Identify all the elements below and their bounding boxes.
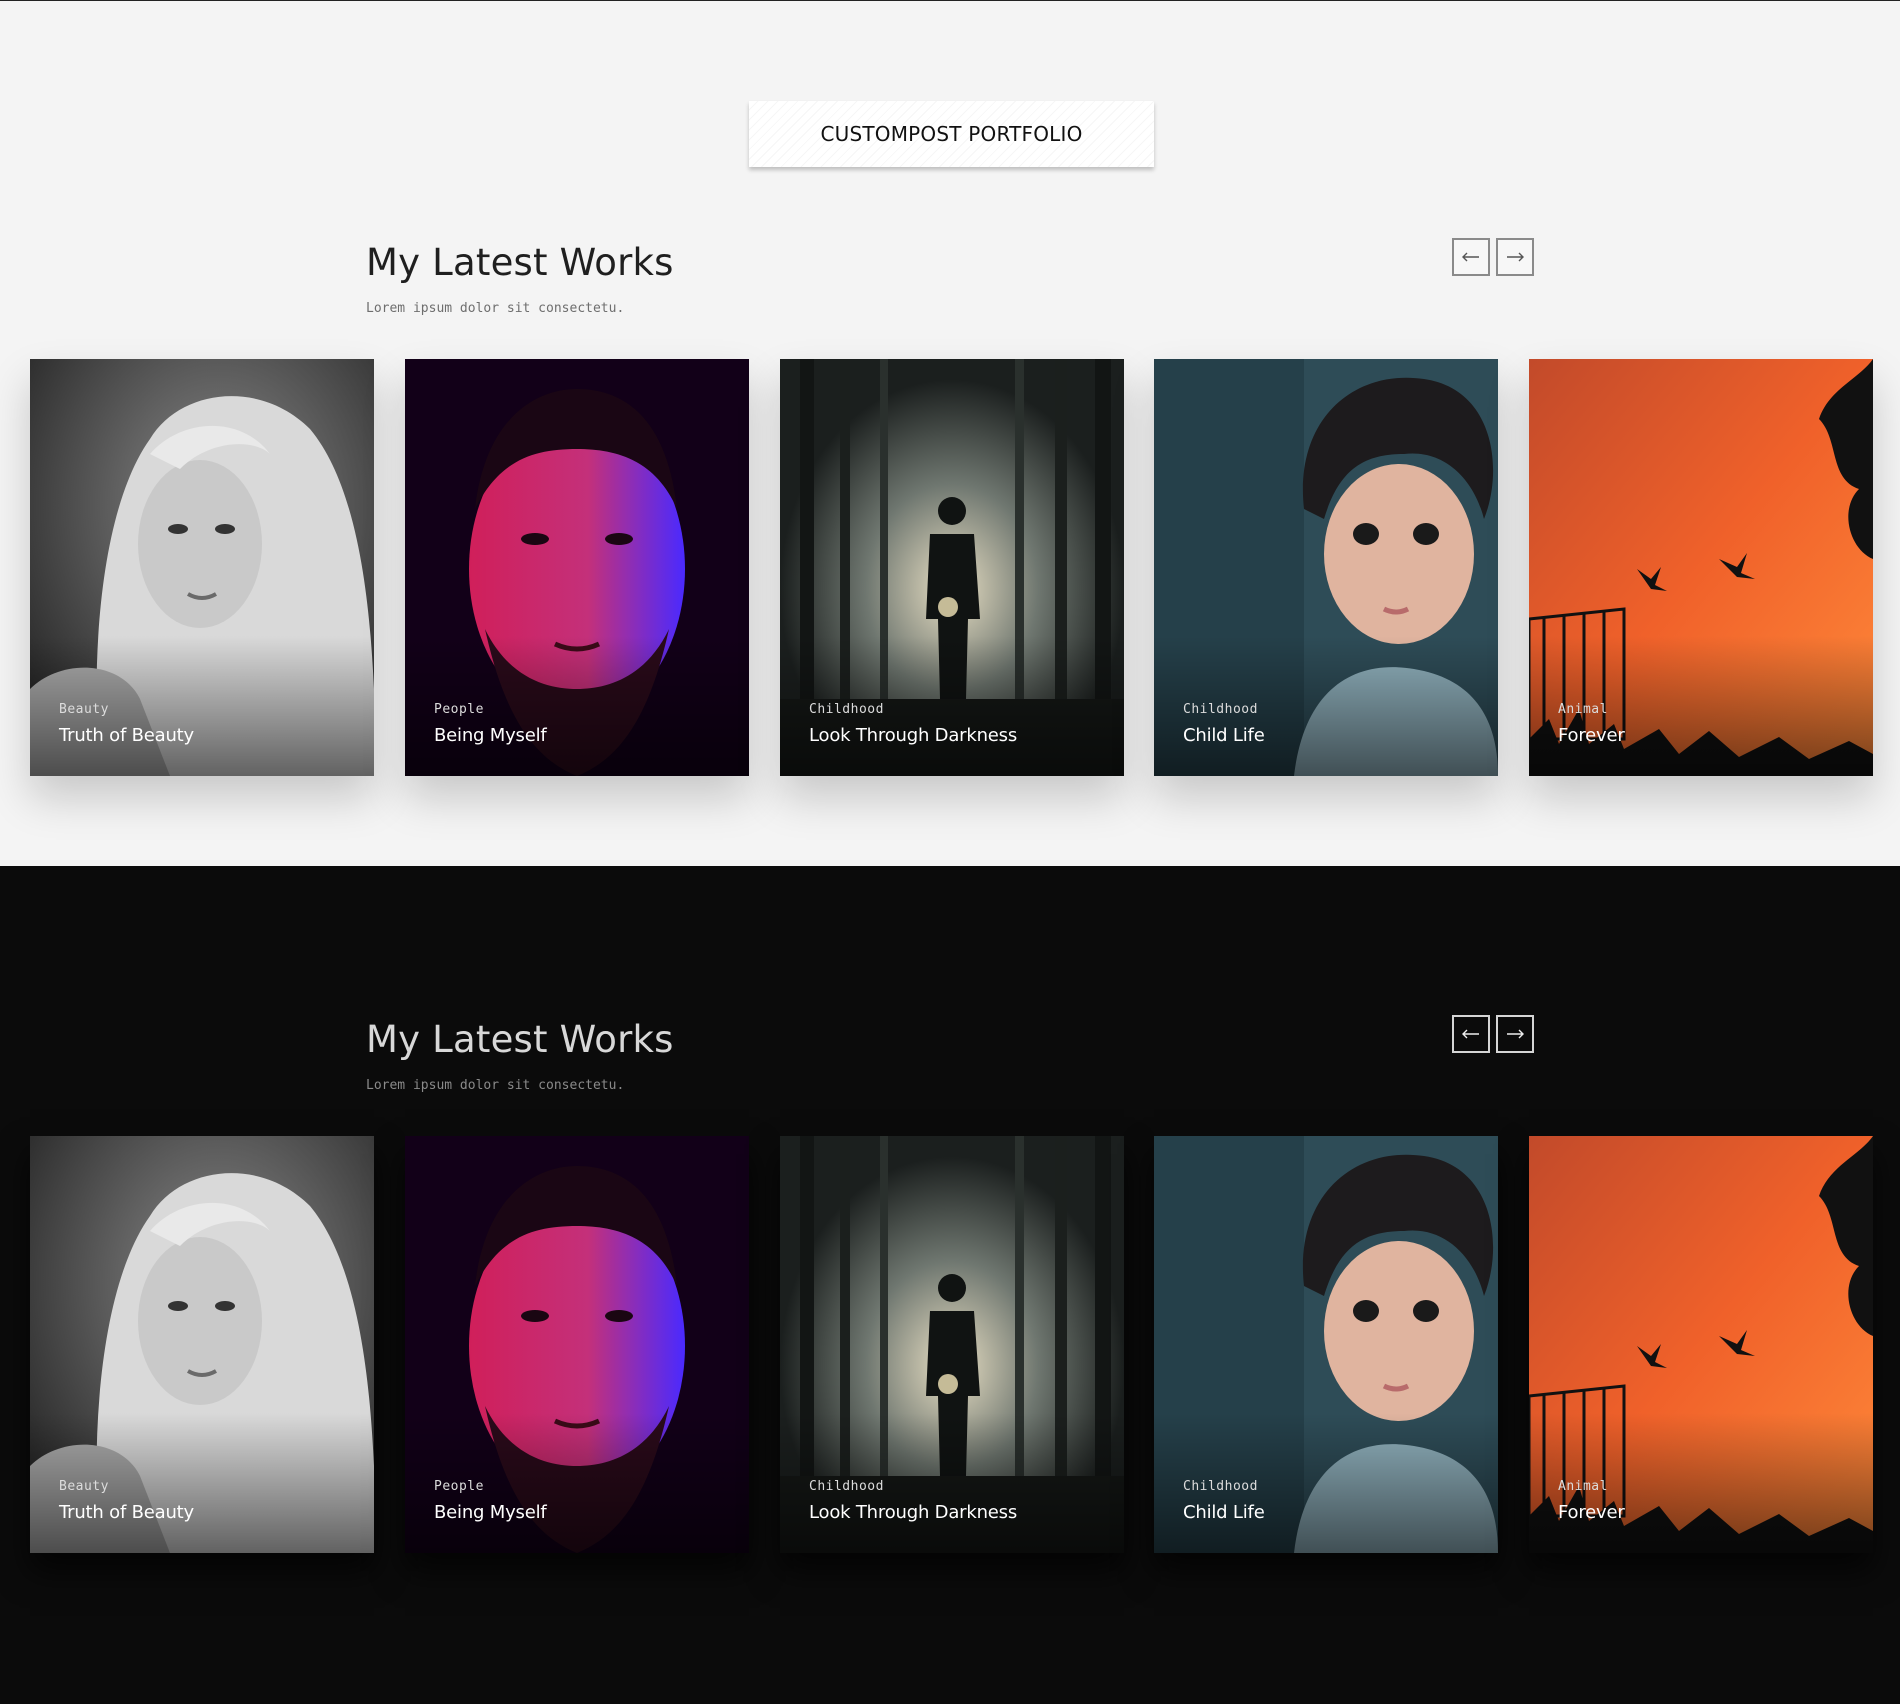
arrow-left-icon: [1462, 252, 1479, 262]
portfolio-card[interactable]: Animal Forever: [1529, 359, 1873, 776]
card-category: Childhood: [1183, 1479, 1258, 1494]
card-title: Forever: [1558, 725, 1625, 746]
portfolio-card[interactable]: Beauty Truth of Beauty: [30, 1136, 374, 1553]
card-category: People: [434, 702, 484, 717]
card-category: Childhood: [809, 702, 884, 717]
card-title: Look Through Darkness: [809, 725, 1018, 746]
card-title: Child Life: [1183, 1502, 1265, 1523]
portfolio-carousel: Beauty Truth of Beauty People Being Myse…: [0, 1136, 1900, 1553]
portfolio-section-light: CUSTOMPOST PORTFOLIO My Latest Works Lor…: [0, 1, 1900, 866]
section-label: CUSTOMPOST PORTFOLIO: [749, 101, 1154, 167]
section-subheading: Lorem ipsum dolor sit consectetu.: [366, 301, 625, 316]
portfolio-carousel: Beauty Truth of Beauty People Being Myse…: [0, 359, 1900, 776]
card-title: Truth of Beauty: [59, 1502, 194, 1523]
card-title: Child Life: [1183, 725, 1265, 746]
portfolio-section-dark: My Latest Works Lorem ipsum dolor sit co…: [0, 866, 1900, 1704]
portfolio-card[interactable]: People Being Myself: [405, 1136, 749, 1553]
arrow-right-icon: [1507, 1029, 1524, 1039]
card-category: Beauty: [59, 702, 109, 717]
next-button[interactable]: [1496, 238, 1534, 276]
portfolio-card[interactable]: Animal Forever: [1529, 1136, 1873, 1553]
card-title: Truth of Beauty: [59, 725, 194, 746]
section-heading: My Latest Works: [366, 241, 674, 284]
carousel-nav: [1452, 238, 1534, 276]
portfolio-card[interactable]: Beauty Truth of Beauty: [30, 359, 374, 776]
section-heading: My Latest Works: [366, 1018, 674, 1061]
section-subheading: Lorem ipsum dolor sit consectetu.: [366, 1078, 625, 1093]
portfolio-card[interactable]: Childhood Child Life: [1154, 359, 1498, 776]
card-category: Animal: [1558, 1479, 1608, 1494]
card-category: Childhood: [1183, 702, 1258, 717]
card-category: Animal: [1558, 702, 1608, 717]
portfolio-card[interactable]: Childhood Look Through Darkness: [780, 359, 1124, 776]
portfolio-card[interactable]: Childhood Child Life: [1154, 1136, 1498, 1553]
card-category: Beauty: [59, 1479, 109, 1494]
card-title: Forever: [1558, 1502, 1625, 1523]
carousel-nav: [1452, 1015, 1534, 1053]
card-category: Childhood: [809, 1479, 884, 1494]
card-category: People: [434, 1479, 484, 1494]
prev-button[interactable]: [1452, 238, 1490, 276]
next-button[interactable]: [1496, 1015, 1534, 1053]
portfolio-card[interactable]: People Being Myself: [405, 359, 749, 776]
card-title: Being Myself: [434, 1502, 547, 1523]
arrow-right-icon: [1507, 252, 1524, 262]
arrow-left-icon: [1462, 1029, 1479, 1039]
prev-button[interactable]: [1452, 1015, 1490, 1053]
card-title: Being Myself: [434, 725, 547, 746]
card-title: Look Through Darkness: [809, 1502, 1018, 1523]
portfolio-card[interactable]: Childhood Look Through Darkness: [780, 1136, 1124, 1553]
